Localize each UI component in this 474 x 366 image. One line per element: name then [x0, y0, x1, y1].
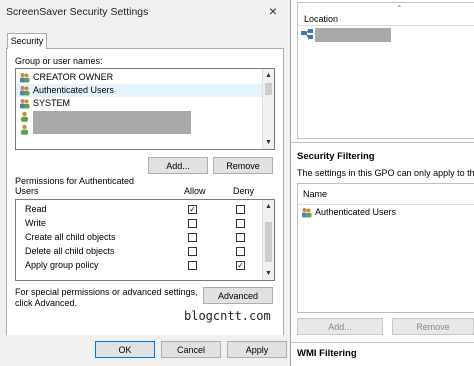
special-permissions-text-line2: click Advanced. [15, 298, 78, 308]
remove-button[interactable]: Remove [213, 157, 273, 174]
permission-name: Write [25, 218, 46, 228]
filter-item-label: Authenticated Users [315, 207, 397, 217]
deny-checkbox[interactable]: ✓ [236, 261, 245, 270]
group-icon [19, 85, 30, 96]
permissions-scrollbar[interactable]: ▲ ▼ [262, 200, 274, 280]
chevron-down-icon[interactable]: ▼ [263, 137, 274, 148]
apply-button[interactable]: Apply [227, 341, 287, 358]
security-filtering-title: Security Filtering [297, 151, 375, 162]
gpo-remove-button[interactable]: Remove [392, 318, 474, 335]
security-filtering-list[interactable]: Name Authenticated Users [297, 183, 474, 313]
redacted-user-name [33, 122, 191, 134]
section-separator [291, 142, 474, 143]
user-label: Authenticated Users [33, 85, 115, 95]
tab-security[interactable]: Security [7, 33, 47, 49]
window-divider [290, 0, 291, 366]
section-separator [291, 342, 474, 343]
watermark-text: blogcntt.com [184, 309, 271, 323]
permissions-label-line1: Permissions for Authenticated [15, 176, 135, 186]
allow-checkbox[interactable] [188, 233, 197, 242]
group-icon [19, 98, 30, 109]
permission-name: Create all child objects [25, 232, 116, 242]
list-item[interactable]: SYSTEM [16, 97, 262, 110]
group-icon [19, 72, 30, 83]
deny-checkbox[interactable] [236, 205, 245, 214]
permissions-label-line2: Users [15, 186, 39, 196]
permissions-list[interactable]: Read ✓ Write Create all child objects De… [15, 199, 275, 281]
permission-row: Apply group policy ✓ [16, 259, 262, 273]
chevron-up-icon[interactable]: ▲ [263, 70, 274, 81]
user-list-scrollbar[interactable]: ▲ ▼ [262, 69, 274, 149]
chevron-down-icon[interactable]: ▼ [263, 268, 274, 279]
location-column-header[interactable]: ⌃ Location [298, 3, 474, 26]
advanced-button[interactable]: Advanced [203, 287, 273, 304]
permission-row: Create all child objects [16, 231, 262, 245]
allow-checkbox[interactable]: ✓ [188, 205, 197, 214]
allow-checkbox[interactable] [188, 219, 197, 228]
list-item[interactable]: CREATOR OWNER [16, 71, 262, 84]
list-item[interactable]: Authenticated Users [16, 84, 262, 97]
add-button[interactable]: Add... [148, 157, 208, 174]
wmi-filtering-title: WMI Filtering [297, 348, 357, 359]
deny-header: Deny [233, 186, 255, 196]
user-label: SYSTEM [33, 98, 71, 108]
checkmark-icon: ✓ [237, 261, 244, 270]
permission-name: Read [25, 204, 47, 214]
cancel-button[interactable]: Cancel [161, 341, 221, 358]
checkmark-icon: ✓ [189, 205, 196, 214]
group-or-user-names-label: Group or user names: [15, 56, 103, 66]
name-column-header[interactable]: Name [298, 184, 474, 205]
location-list[interactable]: ⌃ Location [297, 2, 474, 139]
list-item[interactable]: Authenticated Users [301, 206, 471, 219]
dialog-title: ScreenSaver Security Settings [6, 6, 149, 18]
permission-row: Write [16, 217, 262, 231]
deny-checkbox[interactable] [236, 247, 245, 256]
list-item[interactable] [16, 122, 262, 136]
user-icon [19, 111, 30, 122]
close-icon: × [268, 3, 278, 19]
deny-checkbox[interactable] [236, 233, 245, 242]
name-header-label: Name [303, 189, 328, 199]
user-list[interactable]: CREATOR OWNER Authenticated Users SYSTEM [15, 68, 275, 150]
scrollbar-thumb[interactable] [265, 83, 272, 95]
user-icon [19, 124, 30, 135]
allow-checkbox[interactable] [188, 261, 197, 270]
close-button[interactable]: × [258, 0, 288, 22]
gpo-add-button[interactable]: Add... [297, 318, 383, 335]
permission-name: Apply group policy [25, 260, 99, 270]
user-label: CREATOR OWNER [33, 72, 114, 82]
domain-icon [300, 28, 314, 40]
group-icon [301, 207, 312, 218]
ok-button[interactable]: OK [95, 341, 155, 358]
permission-row: Read ✓ [16, 203, 262, 217]
permission-name: Delete all child objects [25, 246, 115, 256]
location-header-label: Location [304, 14, 339, 24]
scrollbar-thumb[interactable] [265, 222, 272, 262]
deny-checkbox[interactable] [236, 219, 245, 228]
allow-header: Allow [184, 186, 206, 196]
sort-arrow-icon: ⌃ [396, 4, 403, 13]
security-settings-dialog: ScreenSaver Security Settings × Security… [0, 0, 290, 366]
security-filtering-description: The settings in this GPO can only apply … [297, 168, 474, 178]
redacted-location [315, 28, 391, 42]
special-permissions-text-line1: For special permissions or advanced sett… [15, 287, 198, 297]
allow-checkbox[interactable] [188, 247, 197, 256]
permission-row: Delete all child objects [16, 245, 262, 259]
chevron-up-icon[interactable]: ▲ [263, 201, 274, 212]
